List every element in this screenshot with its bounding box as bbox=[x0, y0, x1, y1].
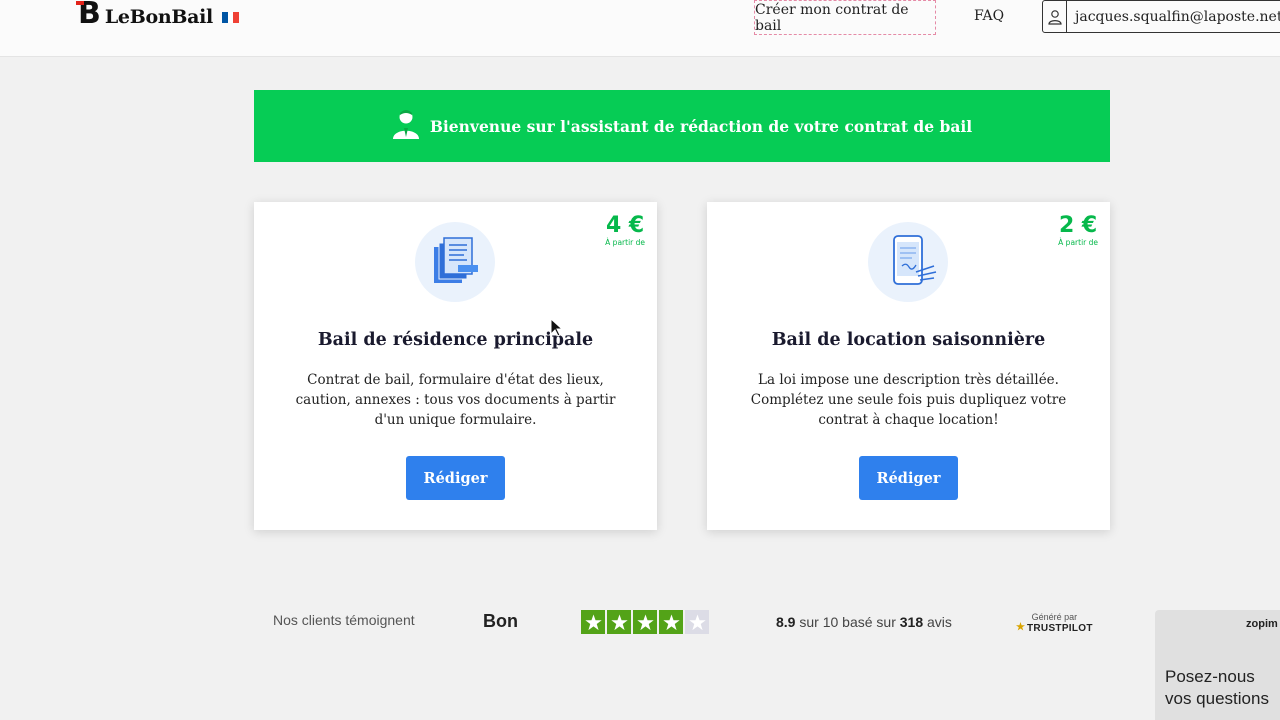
logo-letter: B bbox=[76, 0, 101, 31]
score-value: 8.9 bbox=[776, 614, 796, 630]
user-email: jacques.squalfin@laposte.net bbox=[1075, 8, 1280, 25]
user-account-menu[interactable]: jacques.squalfin@laposte.net bbox=[1042, 0, 1280, 33]
review-count: 318 bbox=[899, 614, 924, 630]
star-filled-icon bbox=[633, 610, 657, 634]
trustpilot-brand-text: TRUSTPILOT bbox=[1027, 622, 1093, 634]
card-residence-principale: 4 € À partir de Bail de résidence princi… bbox=[254, 202, 657, 530]
logo-text: LeBonBail bbox=[104, 6, 213, 28]
documents-icon bbox=[415, 222, 495, 302]
site-logo[interactable]: B LeBonBail bbox=[76, 0, 239, 34]
price-amount: 4 € bbox=[605, 213, 645, 238]
french-flag-icon bbox=[221, 11, 239, 23]
user-icon bbox=[1043, 1, 1067, 32]
welcome-banner: Bienvenue sur l'assistant de rédaction d… bbox=[254, 90, 1110, 162]
chat-prompt: Posez-nous vos questions bbox=[1165, 667, 1269, 708]
chat-widget[interactable]: zopim Posez-nous vos questions bbox=[1155, 610, 1280, 720]
rediger-button-residence[interactable]: Rédiger bbox=[406, 456, 505, 500]
trustpilot-brand: TRUSTPILOT bbox=[1016, 622, 1093, 634]
star-empty-icon bbox=[685, 610, 709, 634]
create-contract-label: Créer mon contrat de bail bbox=[755, 1, 909, 34]
score-mid-text: sur 10 basé sur bbox=[799, 614, 896, 630]
card-location-saisonniere: 2 € À partir de Bail de location saisonn… bbox=[707, 202, 1110, 530]
card-description: Contrat de bail, formulaire d'état des l… bbox=[295, 372, 616, 428]
price-tag: 4 € À partir de bbox=[605, 213, 645, 248]
welcome-banner-text: Bienvenue sur l'assistant de rédaction d… bbox=[429, 116, 973, 136]
price-note: À partir de bbox=[605, 238, 645, 247]
star-filled-icon bbox=[607, 610, 631, 634]
phone-signature-icon bbox=[868, 222, 948, 302]
generated-by-label: Généré par bbox=[1031, 612, 1078, 622]
trustpilot-stars[interactable] bbox=[581, 610, 709, 634]
price-tag: 2 € À partir de bbox=[1058, 213, 1098, 248]
card-title: Bail de location saisonnière bbox=[771, 330, 1046, 350]
card-description: La loi impose une description très détai… bbox=[750, 372, 1067, 428]
top-header: B LeBonBail Créer mon contrat de bail FA… bbox=[0, 0, 1280, 57]
trustpilot-score[interactable]: 8.9 sur 10 basé sur 318 avis bbox=[776, 614, 952, 630]
create-contract-link[interactable]: Créer mon contrat de bail bbox=[754, 0, 936, 35]
trustpilot-badge[interactable]: Généré par TRUSTPILOT bbox=[1016, 612, 1093, 634]
card-title: Bail de résidence principale bbox=[317, 330, 594, 350]
price-amount: 2 € bbox=[1058, 213, 1098, 238]
testimonials-label: Nos clients témoignent bbox=[273, 612, 415, 628]
reviews-word: avis bbox=[927, 614, 952, 630]
star-filled-icon bbox=[581, 610, 605, 634]
faq-link[interactable]: FAQ bbox=[974, 8, 1004, 24]
user-agent-icon bbox=[392, 109, 420, 143]
trustpilot-star-icon bbox=[1016, 622, 1025, 634]
price-note: À partir de bbox=[1058, 238, 1098, 247]
mouse-cursor-icon bbox=[550, 318, 564, 337]
star-filled-icon bbox=[659, 610, 683, 634]
rediger-button-saisonniere[interactable]: Rédiger bbox=[859, 456, 958, 500]
chat-brand: zopim bbox=[1246, 618, 1278, 630]
trustpilot-rating-word[interactable]: Bon bbox=[483, 611, 518, 632]
